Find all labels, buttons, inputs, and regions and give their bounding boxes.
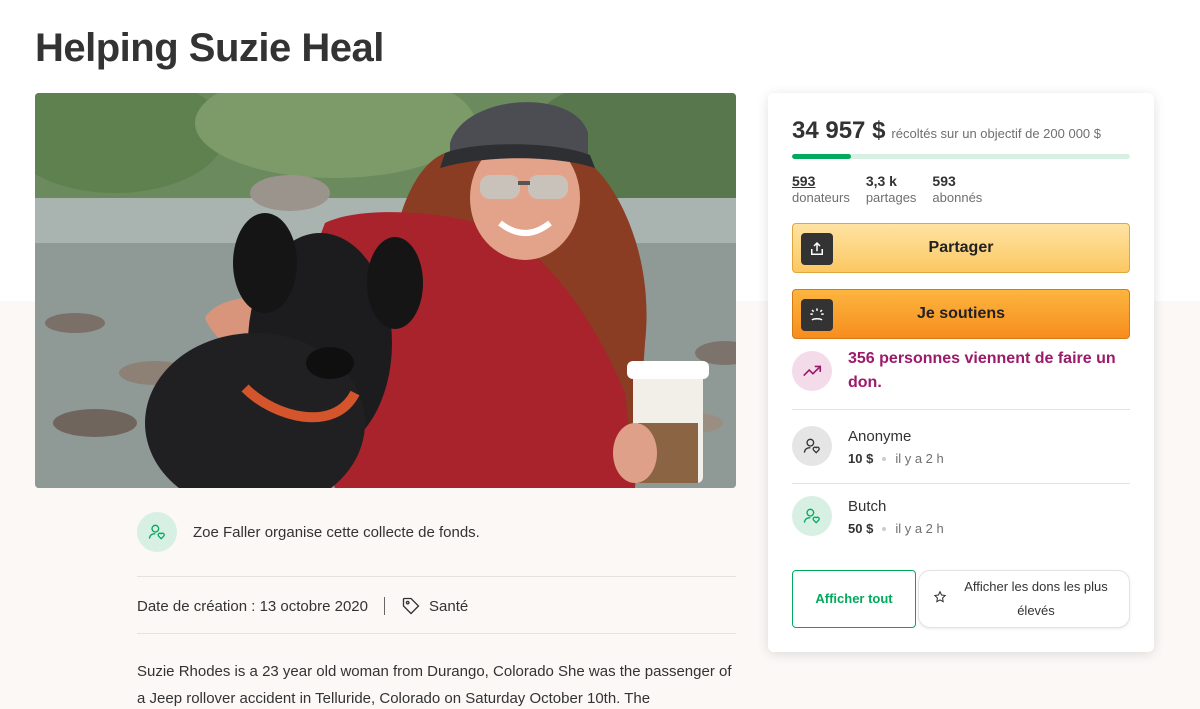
recent-donations-text: 356 personnes viennent de faire un don. <box>848 350 1116 391</box>
amount-raised: 34 957 $ <box>792 117 886 144</box>
divider <box>792 483 1130 484</box>
donor-name: Butch <box>848 498 887 515</box>
show-all-button[interactable]: Afficher tout <box>792 570 916 628</box>
progress-fill <box>792 154 852 159</box>
campaign-meta: Date de création : 13 octobre 2020 Santé <box>137 594 468 618</box>
show-top-donations-label: Afficher les dons les plus élevés <box>964 579 1108 618</box>
star-icon <box>933 590 947 609</box>
stat-value: 593 <box>932 173 956 189</box>
stat-donors[interactable]: 593 donateurs <box>792 173 850 205</box>
donor-name: Anonyme <box>848 428 912 445</box>
donor-time: il y a 2 h <box>895 521 944 536</box>
donate-button[interactable]: Je soutiens <box>792 289 1130 339</box>
donor-time: il y a 2 h <box>895 451 944 466</box>
user-heart-icon <box>792 426 832 466</box>
organizer-text: Zoe Faller organise cette collecte de fo… <box>193 523 480 541</box>
divider <box>792 409 1130 410</box>
campaign-hero-image <box>35 93 736 488</box>
show-top-donations-button[interactable]: Afficher les dons les plus élevés <box>918 570 1130 628</box>
share-upload-icon <box>801 233 833 265</box>
user-heart-icon <box>137 512 177 552</box>
stat-value: 593 <box>792 173 816 189</box>
amount-raised-row: 34 957 $ récoltés sur un objectif de 200… <box>792 117 1101 145</box>
divider <box>137 633 736 634</box>
tag-icon <box>401 596 421 616</box>
hand-heart-icon <box>801 299 833 331</box>
stat-label: partages <box>865 190 917 205</box>
stat-label: donateurs <box>792 190 850 205</box>
stat-followers: 593 abonnés <box>932 173 982 205</box>
page-title: Helping Suzie Heal <box>35 26 384 70</box>
progress-bar <box>792 154 1130 159</box>
category-link[interactable]: Santé <box>429 598 468 615</box>
donor-item: Butch 50 $ il y a 2 h <box>792 496 1130 540</box>
organizer-row: Zoe Faller organise cette collecte de fo… <box>137 512 736 552</box>
goal-text: récoltés sur un objectif de 200 000 $ <box>891 126 1102 141</box>
share-button-label: Partager <box>928 239 994 256</box>
stat-value: 3,3 k <box>865 173 897 189</box>
meta-separator <box>384 597 385 615</box>
dot-separator <box>882 526 887 531</box>
recent-donations-banner: 356 personnes viennent de faire un don. <box>792 350 1130 409</box>
stat-label: abonnés <box>932 190 983 205</box>
donation-sidebar: 34 957 $ récoltés sur un objectif de 200… <box>768 93 1154 652</box>
donor-amount: 10 $ <box>848 451 874 466</box>
donor-amount: 50 $ <box>848 521 874 536</box>
divider <box>137 576 736 577</box>
stat-shares: 3,3 k partages <box>866 173 917 205</box>
trending-up-icon <box>792 351 832 391</box>
donor-item: Anonyme 10 $ il y a 2 h <box>792 426 1130 470</box>
dot-separator <box>882 456 887 461</box>
story-text: Suzie Rhodes is a 23 year old woman from… <box>137 663 732 707</box>
creation-date: Date de création : 13 octobre 2020 <box>137 597 368 615</box>
stats-row: 593 donateurs 3,3 k partages 593 abonnés <box>792 173 982 205</box>
share-button[interactable]: Partager <box>792 223 1130 273</box>
donate-button-label: Je soutiens <box>916 305 1006 322</box>
user-heart-icon <box>792 496 832 536</box>
